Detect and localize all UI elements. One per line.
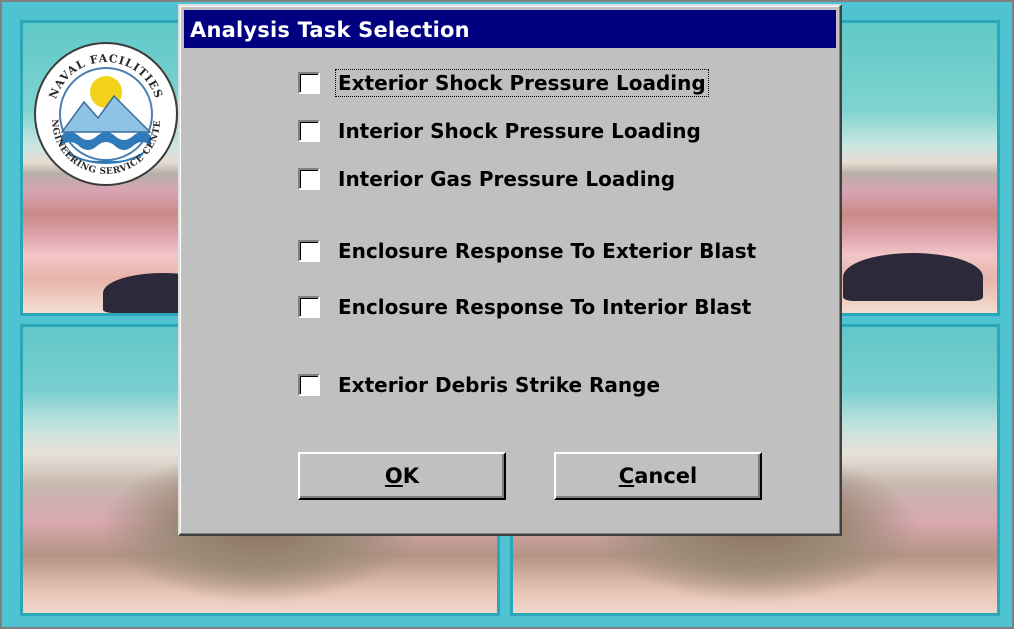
option-label[interactable]: Exterior Debris Strike Range xyxy=(336,372,662,398)
naval-facilities-seal-icon: NAVAL FACILITIES ENGINEERING SERVICE CEN… xyxy=(32,40,178,186)
option-label[interactable]: Exterior Shock Pressure Loading xyxy=(335,69,709,97)
option-enclosure-exterior-blast[interactable]: Enclosure Response To Exterior Blast xyxy=(298,236,758,266)
dialog-title: Analysis Task Selection xyxy=(190,18,470,42)
option-exterior-debris-strike[interactable]: Exterior Debris Strike Range xyxy=(298,370,662,400)
option-label[interactable]: Interior Gas Pressure Loading xyxy=(336,166,677,192)
analysis-task-selection-dialog: Analysis Task Selection Exterior Shock P… xyxy=(178,4,842,536)
checkbox-enclosure-exterior-blast[interactable] xyxy=(298,240,320,262)
option-label[interactable]: Interior Shock Pressure Loading xyxy=(336,118,703,144)
cancel-label-rest: ancel xyxy=(634,464,698,488)
option-label[interactable]: Enclosure Response To Interior Blast xyxy=(336,294,753,320)
ok-mnemonic: O xyxy=(384,464,403,488)
checkbox-interior-shock-pressure[interactable] xyxy=(298,120,320,142)
option-enclosure-interior-blast[interactable]: Enclosure Response To Interior Blast xyxy=(298,292,753,322)
checkbox-exterior-debris-strike[interactable] xyxy=(298,374,320,396)
dialog-titlebar[interactable]: Analysis Task Selection xyxy=(184,10,836,48)
checkbox-interior-gas-pressure[interactable] xyxy=(298,168,320,190)
checkbox-enclosure-interior-blast[interactable] xyxy=(298,296,320,318)
option-interior-gas-pressure[interactable]: Interior Gas Pressure Loading xyxy=(298,164,677,194)
checkbox-exterior-shock-pressure[interactable] xyxy=(298,72,320,94)
cancel-button[interactable]: Cancel xyxy=(554,452,762,500)
photo-dark-mound xyxy=(843,253,983,301)
ok-button[interactable]: OK xyxy=(298,452,506,500)
option-label[interactable]: Enclosure Response To Exterior Blast xyxy=(336,238,758,264)
ok-label-rest: K xyxy=(402,464,420,488)
option-exterior-shock-pressure[interactable]: Exterior Shock Pressure Loading xyxy=(298,68,709,98)
option-interior-shock-pressure[interactable]: Interior Shock Pressure Loading xyxy=(298,116,703,146)
cancel-mnemonic: C xyxy=(618,464,635,488)
